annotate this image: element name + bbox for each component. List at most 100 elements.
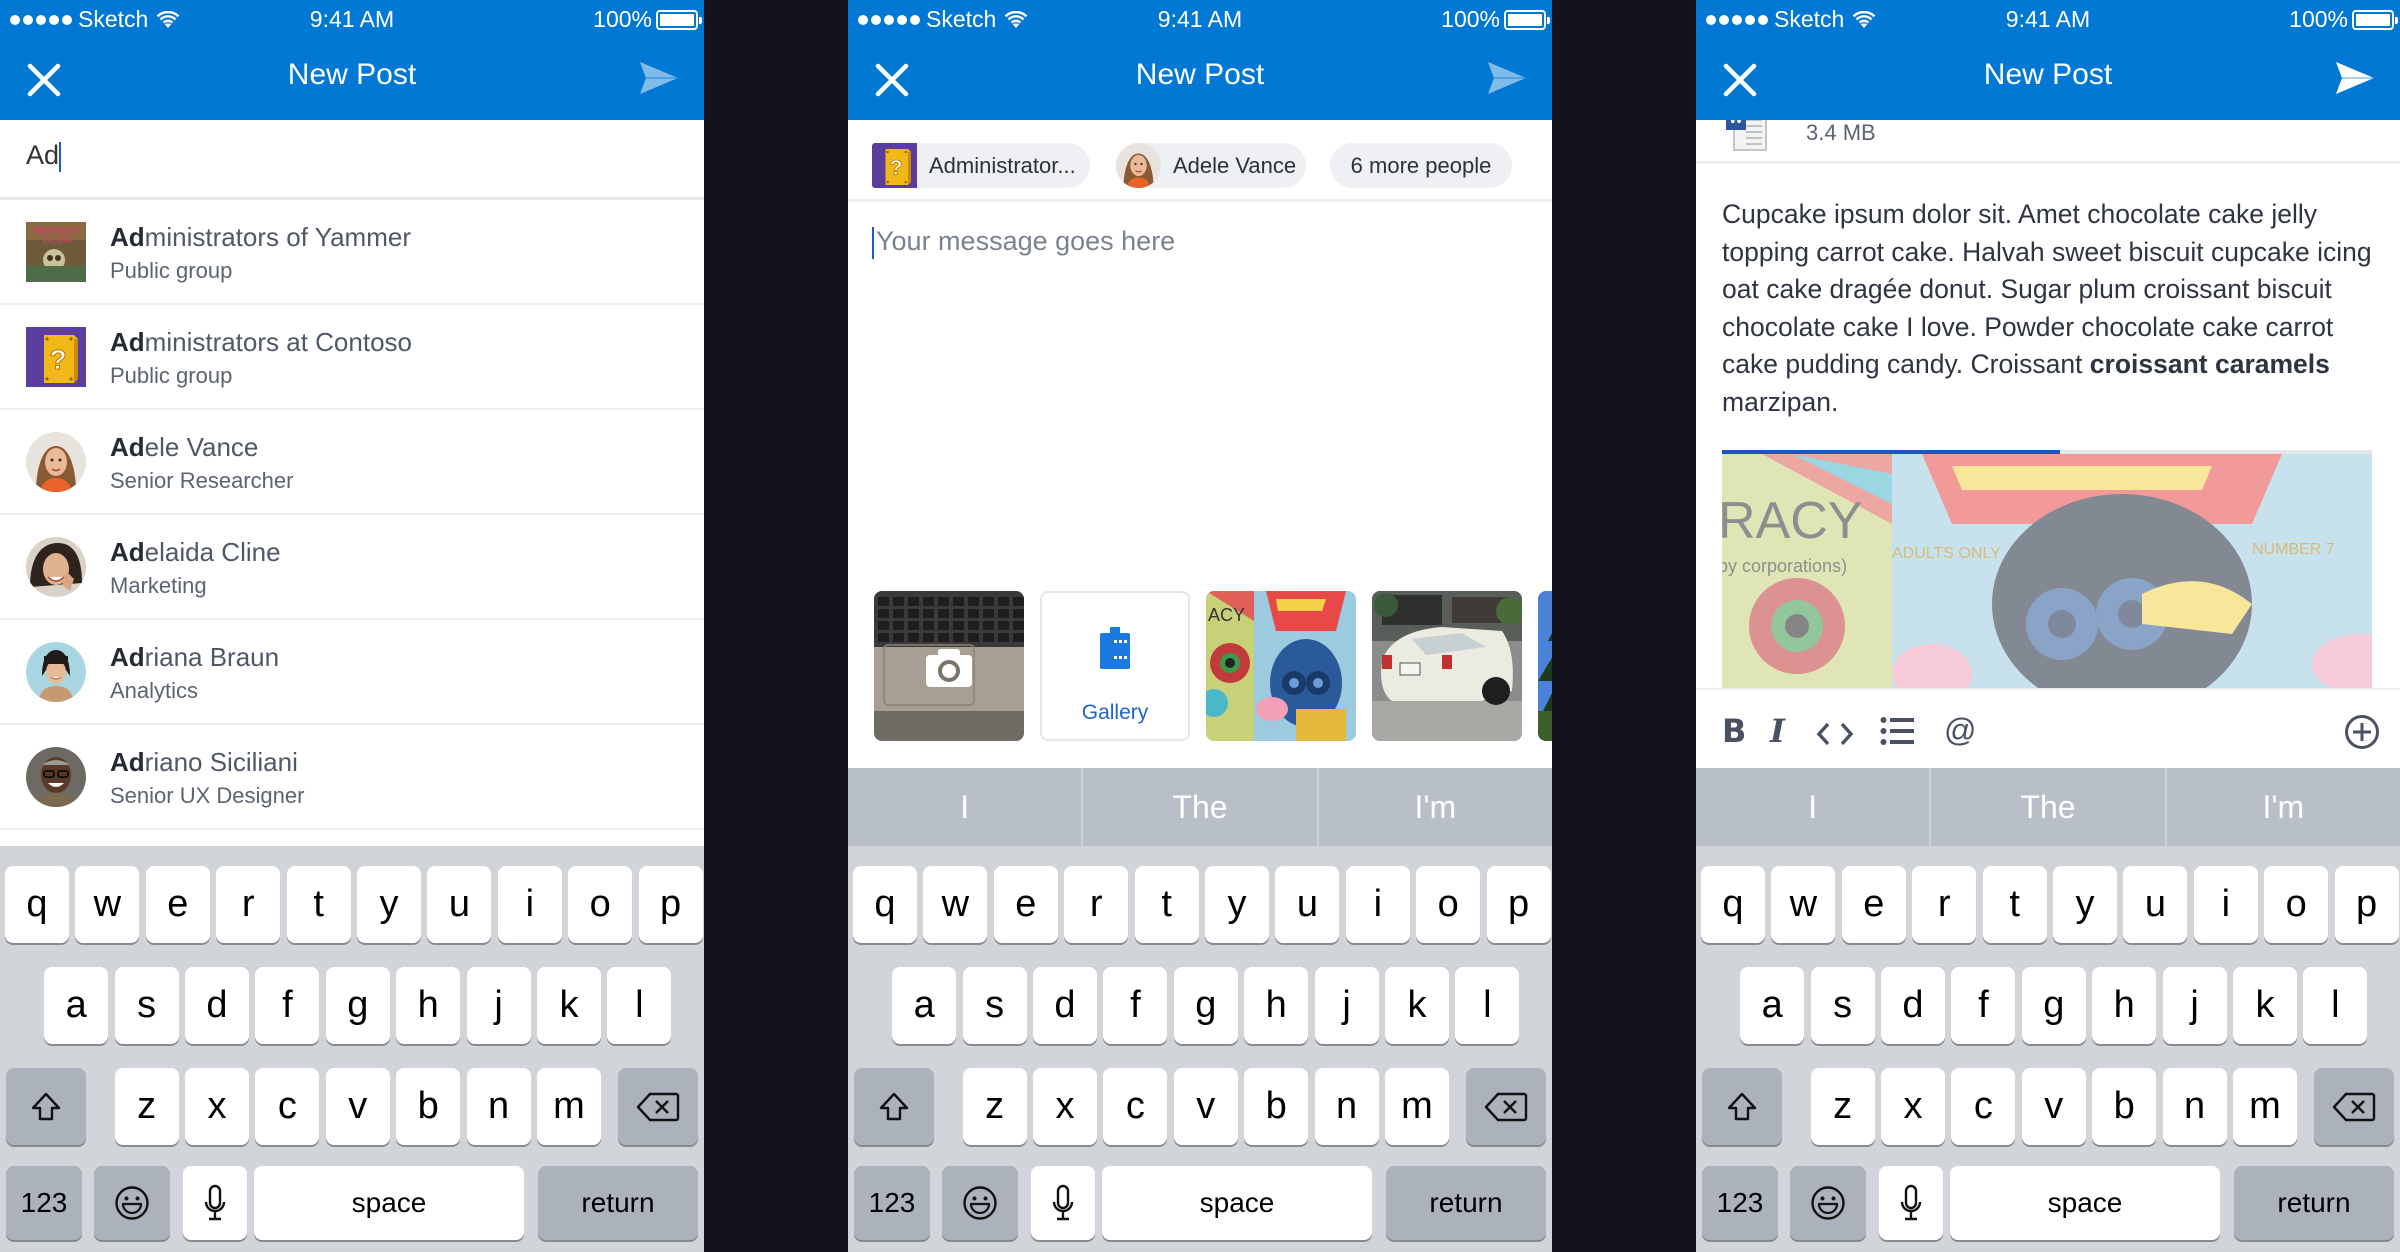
return-key[interactable]: return [538,1166,698,1240]
list-item[interactable]: ? Administrators at Contoso Public group [0,305,704,410]
key-a[interactable]: a [44,967,109,1044]
mention-icon[interactable]: @ [1944,712,1976,748]
list-item[interactable]: MONKEY ISLAND Administrators of Yammer Publ… [0,200,704,305]
numbers-key[interactable]: 123 [1702,1166,1778,1240]
key-t[interactable]: t [1134,866,1199,943]
key-m[interactable]: m [2233,1068,2297,1145]
key-e[interactable]: e [1841,866,1906,943]
recipient-chip[interactable]: 6 more people [1330,143,1512,188]
list-item[interactable]: Adelaida Cline Marketing [0,515,704,620]
key-q[interactable]: q [853,866,917,943]
key-b[interactable]: b [1244,1068,1309,1145]
emoji-key[interactable] [94,1166,170,1240]
numbers-key[interactable]: 123 [6,1166,82,1240]
space-key[interactable]: space [254,1166,524,1240]
key-l[interactable]: l [607,967,672,1044]
key-u[interactable]: u [2123,866,2188,943]
key-b[interactable]: b [2092,1068,2157,1145]
key-j[interactable]: j [1314,967,1379,1044]
return-key[interactable]: return [1386,1166,1546,1240]
key-p[interactable]: p [638,866,703,943]
numbers-key[interactable]: 123 [854,1166,930,1240]
key-a[interactable]: a [892,967,957,1044]
car-photo[interactable] [1372,591,1522,741]
key-f[interactable]: f [1103,967,1168,1044]
key-h[interactable]: h [1244,967,1309,1044]
key-x[interactable]: x [185,1068,249,1145]
space-key[interactable]: space [1950,1166,2220,1240]
emoji-key[interactable] [942,1166,1018,1240]
space-key[interactable]: space [1102,1166,1372,1240]
key-c[interactable]: c [1103,1068,1168,1145]
key-v[interactable]: v [1173,1068,1238,1145]
key-s[interactable]: s [114,967,179,1044]
message-input[interactable]: Your message goes here [872,226,1175,259]
dictation-key[interactable] [1879,1166,1943,1240]
key-g[interactable]: g [2021,967,2086,1044]
key-e[interactable]: e [145,866,210,943]
key-u[interactable]: u [427,866,492,943]
key-y[interactable]: y [1205,866,1269,943]
key-e[interactable]: e [993,866,1058,943]
key-q[interactable]: q [1701,866,1765,943]
list-item[interactable]: Adriano Siciliani Senior UX Designer [0,725,704,830]
key-t[interactable]: t [286,866,351,943]
mural-photo[interactable]: ACY [1206,591,1356,741]
key-z[interactable]: z [114,1068,179,1145]
key-i[interactable]: i [497,866,562,943]
key-k[interactable]: k [1385,967,1449,1044]
key-c[interactable]: c [1951,1068,2016,1145]
italic-icon[interactable]: I [1770,712,1785,750]
suggestion-3[interactable]: I'm [1319,768,1552,846]
suggestion-1[interactable]: I [1696,768,1932,846]
key-f[interactable]: f [1951,967,2016,1044]
backspace-key[interactable] [2314,1068,2394,1145]
key-x[interactable]: x [1881,1068,1945,1145]
return-key[interactable]: return [2234,1166,2394,1240]
add-icon[interactable] [2344,714,2380,750]
key-a[interactable]: a [1740,967,1805,1044]
list-item[interactable]: Adriana Braun Analytics [0,620,704,725]
key-v[interactable]: v [325,1068,390,1145]
key-r[interactable]: r [216,866,281,943]
key-j[interactable]: j [466,967,531,1044]
key-d[interactable]: d [185,967,249,1044]
key-w[interactable]: w [1771,866,1836,943]
code-icon[interactable] [1816,718,1854,754]
attached-image[interactable]: RACY by corporations) ADULTS ONLY NUMBER 7 [1722,450,2372,688]
key-r[interactable]: r [1064,866,1129,943]
key-u[interactable]: u [1275,866,1340,943]
key-w[interactable]: w [923,866,988,943]
dictation-key[interactable] [183,1166,247,1240]
key-w[interactable]: w [75,866,140,943]
key-o[interactable]: o [568,866,633,943]
key-g[interactable]: g [325,967,390,1044]
key-h[interactable]: h [2092,967,2157,1044]
key-d[interactable]: d [1881,967,1945,1044]
shift-key[interactable] [1702,1068,1782,1145]
backspace-key[interactable] [1466,1068,1546,1145]
backspace-key[interactable] [618,1068,698,1145]
key-d[interactable]: d [1033,967,1097,1044]
camera-tile[interactable] [874,591,1024,741]
key-o[interactable]: o [1416,866,1481,943]
key-j[interactable]: j [2162,967,2227,1044]
key-r[interactable]: r [1912,866,1977,943]
key-o[interactable]: o [2264,866,2329,943]
key-b[interactable]: b [396,1068,461,1145]
send-icon[interactable] [2332,58,2376,98]
key-l[interactable]: l [2303,967,2368,1044]
key-q[interactable]: q [5,866,69,943]
dictation-key[interactable] [1031,1166,1095,1240]
bold-icon[interactable]: B [1722,712,1746,750]
key-y[interactable]: y [2053,866,2117,943]
suggestion-2[interactable]: The [1931,768,2167,846]
key-s[interactable]: s [962,967,1027,1044]
key-y[interactable]: y [357,866,421,943]
gallery-button[interactable]: Gallery [1040,591,1190,741]
key-p[interactable]: p [1486,866,1551,943]
key-c[interactable]: c [255,1068,320,1145]
post-body-text[interactable]: Cupcake ipsum dolor sit. Amet chocolate … [1722,196,2382,421]
shift-key[interactable] [6,1068,86,1145]
key-f[interactable]: f [255,967,320,1044]
